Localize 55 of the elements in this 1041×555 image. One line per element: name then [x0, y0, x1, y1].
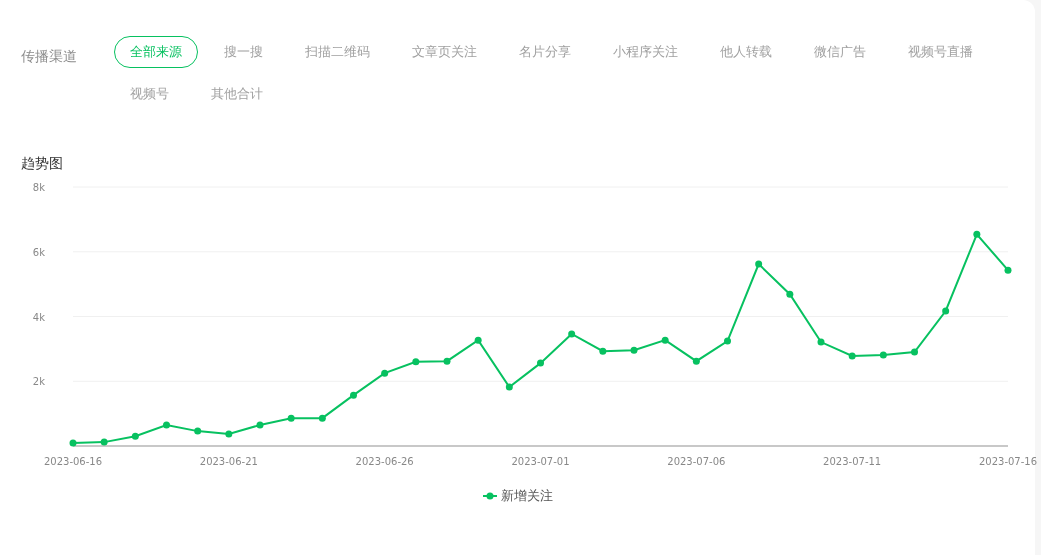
- data-point: [817, 338, 825, 346]
- channel-tab[interactable]: 他人转载: [704, 36, 788, 68]
- data-point: [942, 307, 950, 315]
- data-point: [256, 421, 264, 429]
- data-point: [724, 337, 731, 345]
- data-point: [474, 336, 482, 344]
- data-point: [163, 421, 170, 429]
- data-point: [412, 358, 420, 366]
- data-point: [568, 330, 576, 338]
- channel-tab[interactable]: 名片分享: [503, 36, 587, 68]
- channel-tab[interactable]: 微信广告: [798, 36, 882, 68]
- data-point: [287, 414, 295, 422]
- channel-tab[interactable]: 文章页关注: [396, 36, 493, 68]
- data-point: [786, 290, 794, 298]
- data-point: [599, 347, 607, 355]
- data-point: [318, 414, 326, 422]
- data-point: [194, 427, 202, 435]
- data-point: [848, 352, 856, 360]
- data-point: [100, 438, 108, 446]
- channel-tab[interactable]: 视频号直播: [892, 36, 989, 68]
- data-point: [692, 357, 700, 365]
- filter-label: 传播渠道: [21, 48, 78, 66]
- data-point: [505, 383, 513, 391]
- data-point: [131, 432, 139, 440]
- data-point: [1004, 266, 1012, 274]
- channel-tab[interactable]: 小程序关注: [597, 36, 694, 68]
- data-point: [69, 439, 77, 447]
- channel-tab[interactable]: 其他合计: [195, 78, 279, 110]
- y-tick-label: 2k: [32, 376, 45, 388]
- data-point: [443, 357, 451, 365]
- legend-label: 新增关注: [500, 487, 553, 505]
- data-point: [537, 359, 544, 367]
- data-point: [973, 230, 981, 238]
- y-tick-label: 4k: [32, 311, 45, 323]
- data-point: [911, 348, 918, 356]
- x-tick-label: 2023-07-06: [667, 456, 726, 467]
- y-tick-label: 8k: [32, 182, 45, 193]
- data-point: [879, 351, 887, 359]
- channel-tab[interactable]: 视频号: [114, 78, 185, 110]
- legend-marker-icon: [482, 492, 497, 500]
- chart-title: 趋势图: [21, 155, 64, 173]
- data-point: [350, 391, 357, 399]
- data-point: [381, 369, 389, 377]
- data-point: [225, 430, 233, 438]
- data-point: [661, 336, 669, 344]
- y-tick-label: 6k: [32, 246, 45, 258]
- data-point: [630, 346, 638, 354]
- x-tick-label: 2023-06-21: [199, 456, 258, 467]
- channel-tab[interactable]: 扫描二维码: [289, 36, 386, 68]
- x-tick-label: 2023-06-16: [43, 456, 103, 467]
- data-point: [755, 260, 763, 268]
- x-tick-label: 2023-07-11: [823, 456, 882, 467]
- x-tick-label: 2023-06-26: [355, 456, 414, 467]
- x-tick-label: 2023-07-01: [511, 456, 570, 467]
- x-tick-label: 2023-07-16: [978, 456, 1038, 467]
